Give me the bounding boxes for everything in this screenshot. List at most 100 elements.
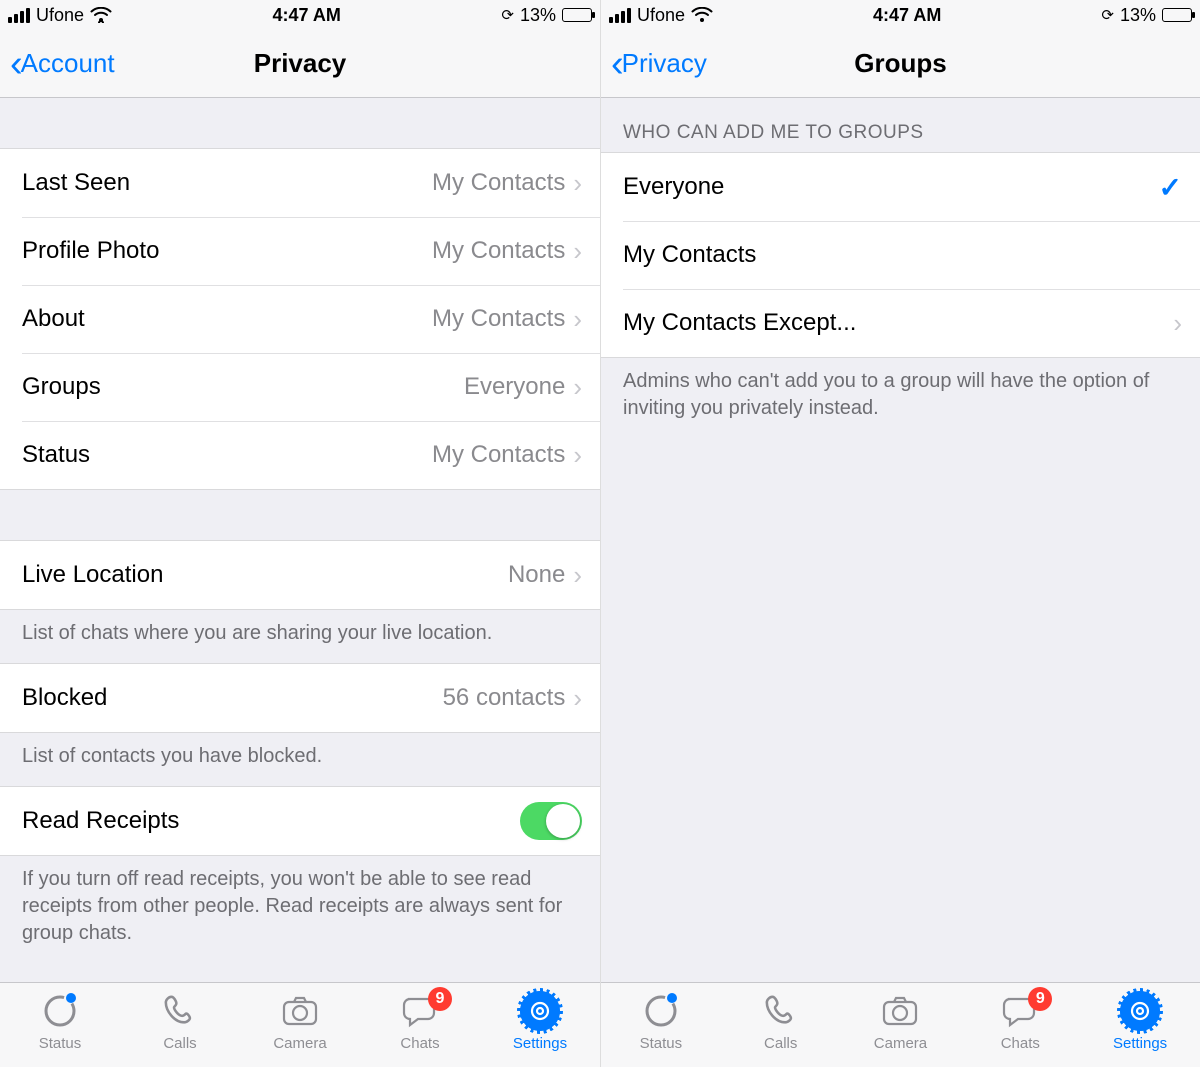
page-title: Privacy: [0, 48, 600, 79]
wifi-icon: [90, 7, 112, 23]
read-receipts-group: Read Receipts: [0, 786, 600, 856]
row-value: My Contacts: [432, 169, 565, 197]
battery-icon: [1162, 8, 1192, 22]
status-bar: Ufone 4:47 AM ⟳ 13%: [0, 0, 600, 30]
option-everyone[interactable]: Everyone ✓: [601, 153, 1200, 221]
row-groups[interactable]: Groups Everyone ›: [0, 353, 600, 421]
row-value: My Contacts: [432, 441, 565, 469]
battery-percent: 13%: [520, 5, 556, 26]
row-status[interactable]: Status My Contacts ›: [0, 421, 600, 489]
settings-icon: [1120, 991, 1160, 1031]
row-label: Blocked: [22, 684, 443, 712]
tab-chats[interactable]: 9 Chats: [970, 991, 1070, 1052]
tab-label: Status: [640, 1035, 683, 1052]
blocked-group: Blocked 56 contacts ›: [0, 663, 600, 733]
status-time: 4:47 AM: [273, 5, 341, 26]
checkmark-icon: ✓: [1159, 171, 1182, 204]
nav-bar: ‹ Privacy Groups: [601, 30, 1200, 98]
status-icon: [641, 991, 681, 1031]
tab-settings[interactable]: Settings: [1090, 991, 1190, 1052]
row-value: My Contacts: [432, 305, 565, 333]
blocked-footer: List of contacts you have blocked.: [0, 733, 600, 786]
tab-status[interactable]: Status: [10, 991, 110, 1052]
tab-label: Camera: [273, 1035, 326, 1052]
chevron-right-icon: ›: [573, 440, 582, 471]
tab-label: Status: [39, 1035, 82, 1052]
row-profile-photo[interactable]: Profile Photo My Contacts ›: [0, 217, 600, 285]
orientation-lock-icon: ⟳: [1101, 6, 1114, 24]
row-blocked[interactable]: Blocked 56 contacts ›: [0, 664, 600, 732]
row-label: Profile Photo: [22, 237, 432, 265]
tab-camera[interactable]: Camera: [250, 991, 350, 1052]
group-options: Everyone ✓ My Contacts My Contacts Excep…: [601, 152, 1200, 358]
row-value: My Contacts: [432, 237, 565, 265]
tab-status[interactable]: Status: [611, 991, 711, 1052]
read-receipts-toggle[interactable]: [520, 802, 582, 840]
row-label: Status: [22, 441, 432, 469]
tab-label: Calls: [764, 1035, 797, 1052]
tab-label: Chats: [1001, 1035, 1040, 1052]
page-title: Groups: [601, 48, 1200, 79]
tab-label: Calls: [163, 1035, 196, 1052]
tab-camera[interactable]: Camera: [850, 991, 950, 1052]
wifi-icon: [691, 7, 713, 23]
settings-icon: [520, 991, 560, 1031]
chevron-right-icon: ›: [573, 683, 582, 714]
status-dot-icon: [667, 993, 677, 1003]
row-value: Everyone: [464, 373, 565, 401]
section-header: WHO CAN ADD ME TO GROUPS: [601, 98, 1200, 152]
row-last-seen[interactable]: Last Seen My Contacts ›: [0, 149, 600, 217]
status-icon: [40, 991, 80, 1031]
row-about[interactable]: About My Contacts ›: [0, 285, 600, 353]
status-dot-icon: [66, 993, 76, 1003]
carrier-label: Ufone: [637, 5, 685, 26]
groups-footer: Admins who can't add you to a group will…: [601, 358, 1200, 438]
live-location-group: Live Location None ›: [0, 540, 600, 610]
phone-icon: [160, 991, 200, 1031]
camera-icon: [280, 991, 320, 1031]
row-label: Groups: [22, 373, 464, 401]
tab-calls[interactable]: Calls: [130, 991, 230, 1052]
tab-label: Settings: [513, 1035, 567, 1052]
chevron-right-icon: ›: [573, 560, 582, 591]
row-label: My Contacts Except...: [623, 309, 1173, 337]
chats-badge: 9: [428, 987, 452, 1011]
content-scroll[interactable]: WHO CAN ADD ME TO GROUPS Everyone ✓ My C…: [601, 98, 1200, 982]
carrier-label: Ufone: [36, 5, 84, 26]
row-read-receipts[interactable]: Read Receipts: [0, 787, 600, 855]
tab-chats[interactable]: 9 Chats: [370, 991, 470, 1052]
row-label: Last Seen: [22, 169, 432, 197]
phone-icon: [761, 991, 801, 1031]
battery-icon: [562, 8, 592, 22]
chevron-right-icon: ›: [573, 304, 582, 335]
chevron-right-icon: ›: [573, 236, 582, 267]
row-label: About: [22, 305, 432, 333]
tab-calls[interactable]: Calls: [731, 991, 831, 1052]
row-value: 56 contacts: [443, 684, 566, 712]
privacy-group: Last Seen My Contacts › Profile Photo My…: [0, 148, 600, 490]
tab-settings[interactable]: Settings: [490, 991, 590, 1052]
orientation-lock-icon: ⟳: [501, 6, 514, 24]
signal-icon: [609, 8, 631, 23]
screen-privacy: Ufone 4:47 AM ⟳ 13% ‹ Account Privacy La…: [0, 0, 600, 1067]
content-scroll[interactable]: Last Seen My Contacts › Profile Photo My…: [0, 98, 600, 982]
row-label: Live Location: [22, 561, 508, 589]
live-location-footer: List of chats where you are sharing your…: [0, 610, 600, 663]
tab-label: Chats: [400, 1035, 439, 1052]
row-label: My Contacts: [623, 241, 1182, 269]
read-receipts-footer: If you turn off read receipts, you won't…: [0, 856, 600, 963]
row-label: Read Receipts: [22, 807, 520, 835]
row-label: Everyone: [623, 173, 1159, 201]
chats-badge: 9: [1028, 987, 1052, 1011]
signal-icon: [8, 8, 30, 23]
tab-bar: Status Calls Camera 9 Chats: [0, 982, 600, 1067]
option-my-contacts-except[interactable]: My Contacts Except... ›: [601, 289, 1200, 357]
chevron-right-icon: ›: [573, 372, 582, 403]
battery-percent: 13%: [1120, 5, 1156, 26]
tab-bar: Status Calls Camera 9 Chats: [601, 982, 1200, 1067]
row-live-location[interactable]: Live Location None ›: [0, 541, 600, 609]
option-my-contacts[interactable]: My Contacts: [601, 221, 1200, 289]
nav-bar: ‹ Account Privacy: [0, 30, 600, 98]
row-value: None: [508, 561, 565, 589]
status-bar: Ufone 4:47 AM ⟳ 13%: [601, 0, 1200, 30]
